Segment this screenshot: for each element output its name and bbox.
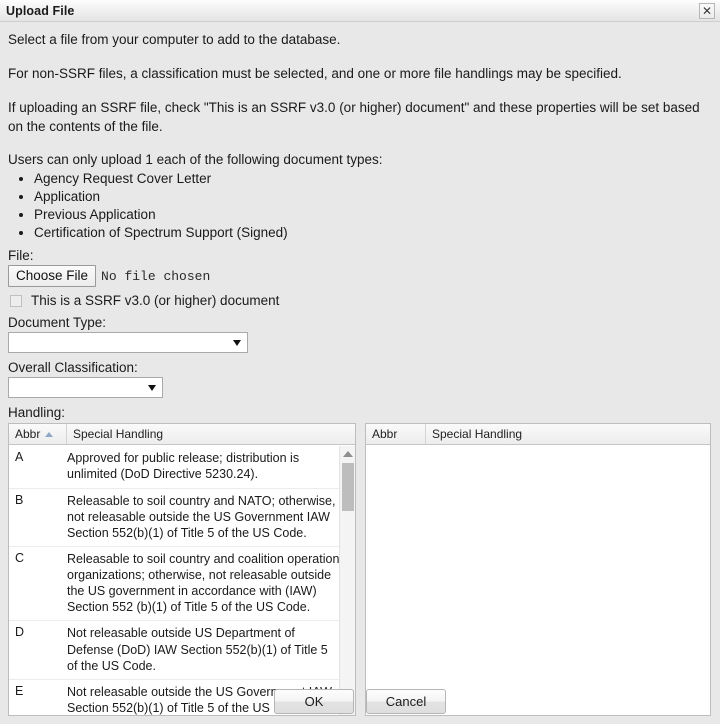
overall-classification-select[interactable] bbox=[8, 377, 163, 399]
available-handling-table: Abbr Special Handling A Approved for pub… bbox=[8, 423, 356, 717]
scrollbar-thumb[interactable] bbox=[342, 463, 354, 512]
file-input-row: Choose File No file chosen bbox=[8, 265, 712, 288]
cell-special-handling: Approved for public release; distributio… bbox=[67, 451, 300, 482]
handling-tables: Abbr Special Handling A Approved for pub… bbox=[8, 423, 712, 717]
intro-line-2: For non-SSRF files, a classification mus… bbox=[8, 66, 622, 82]
chevron-down-icon bbox=[233, 339, 241, 346]
column-header-abbr[interactable]: Abbr bbox=[366, 424, 426, 445]
cell-abbr: B bbox=[15, 492, 24, 507]
intro-line-4: Users can only upload 1 each of the foll… bbox=[8, 151, 383, 167]
cell-special-handling: Releasable to soil country and NATO; oth… bbox=[67, 493, 336, 540]
document-type-label: Document Type: bbox=[8, 315, 107, 331]
table-body[interactable] bbox=[366, 446, 710, 715]
dialog-content: Select a file from your computer to add … bbox=[0, 22, 720, 717]
selected-handling-table: Abbr Special Handling bbox=[365, 423, 711, 717]
list-item: Agency Request Cover Letter bbox=[34, 170, 712, 188]
dialog-footer: OK Cancel bbox=[0, 678, 720, 724]
list-item: Certification of Spectrum Support (Signe… bbox=[34, 224, 712, 242]
sort-ascending-icon bbox=[45, 431, 54, 437]
chevron-down-icon bbox=[148, 384, 156, 391]
table-row[interactable]: A Approved for public release; distribut… bbox=[9, 446, 355, 489]
document-types-list: Agency Request Cover Letter Application … bbox=[8, 170, 712, 241]
file-status-text: No file chosen bbox=[101, 268, 211, 284]
ssrf-checkbox-row[interactable]: This is a SSRF v3.0 (or higher) document bbox=[8, 293, 712, 308]
cell-abbr: A bbox=[15, 450, 24, 465]
file-label: File: bbox=[8, 248, 34, 264]
table-row[interactable]: D Not releasable outside US Department o… bbox=[9, 621, 355, 680]
triangle-up-icon bbox=[342, 450, 353, 457]
column-header-special-handling[interactable]: Special Handling bbox=[426, 424, 710, 444]
dialog-titlebar: Upload File ✕ bbox=[0, 0, 720, 22]
column-header-special-handling[interactable]: Special Handling bbox=[67, 424, 355, 444]
scroll-up-icon[interactable] bbox=[340, 446, 355, 461]
overall-classification-label: Overall Classification: bbox=[8, 360, 138, 376]
table-header: Abbr Special Handling bbox=[366, 424, 710, 446]
list-item: Previous Application bbox=[34, 206, 712, 224]
intro-line-3: If uploading an SSRF file, check "This i… bbox=[8, 100, 700, 134]
cell-abbr: C bbox=[15, 550, 25, 565]
table-header: Abbr Special Handling bbox=[9, 424, 355, 446]
table-row[interactable]: C Releasable to soil country and coaliti… bbox=[9, 547, 355, 622]
choose-file-button[interactable]: Choose File bbox=[8, 265, 97, 288]
column-header-abbr-label: Abbr bbox=[15, 427, 41, 442]
ssrf-checkbox-label: This is a SSRF v3.0 (or higher) document bbox=[31, 293, 280, 309]
list-item: Application bbox=[34, 188, 712, 206]
cancel-button[interactable]: Cancel bbox=[366, 688, 446, 714]
ssrf-checkbox[interactable] bbox=[10, 294, 22, 307]
cell-abbr: D bbox=[15, 625, 25, 640]
close-icon[interactable]: ✕ bbox=[699, 3, 715, 19]
document-type-select[interactable] bbox=[8, 332, 248, 354]
handling-label: Handling: bbox=[8, 405, 66, 421]
table-scrollbar[interactable] bbox=[339, 446, 355, 716]
cell-special-handling: Not releasable outside US Department of … bbox=[67, 626, 328, 673]
table-row[interactable]: B Releasable to soil country and NATO; o… bbox=[9, 489, 355, 547]
dialog-title: Upload File bbox=[6, 3, 75, 18]
column-header-abbr[interactable]: Abbr bbox=[9, 424, 67, 445]
table-body: A Approved for public release; distribut… bbox=[9, 446, 355, 715]
cell-special-handling: Releasable to soil country and coalition… bbox=[67, 551, 340, 615]
ok-button[interactable]: OK bbox=[274, 688, 354, 714]
intro-line-1: Select a file from your computer to add … bbox=[8, 32, 341, 47]
